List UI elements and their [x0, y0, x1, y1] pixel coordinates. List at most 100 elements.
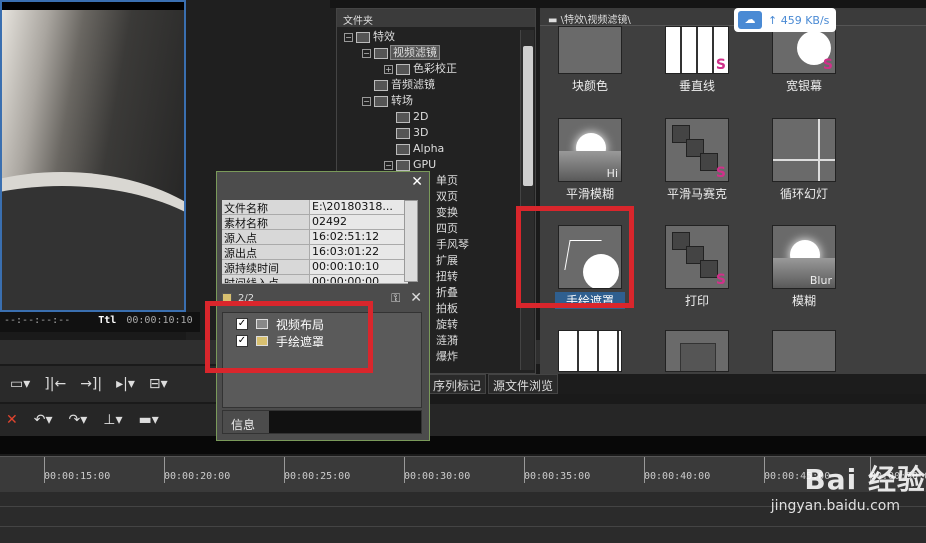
tree-item-transitions[interactable]: − 转场: [362, 93, 413, 109]
monitor-icon[interactable]: ▭▾: [10, 376, 30, 392]
ruler-tick: 00:00:30:00: [404, 457, 471, 483]
folder-icon: [356, 31, 370, 43]
fx-label: 循环幻灯: [779, 187, 828, 201]
tree-item-color-correction[interactable]: + 色彩校正: [384, 61, 457, 77]
tree-item-2d[interactable]: 2D: [396, 109, 428, 125]
tree-item-video-filters[interactable]: − 视频滤镜: [362, 45, 440, 61]
tree-label: 特效: [373, 30, 395, 43]
ttl-label: Ttl: [98, 315, 117, 326]
tree-item[interactable]: 旋转: [436, 317, 458, 333]
undo-icon[interactable]: ↶▾: [34, 412, 53, 428]
tree-item[interactable]: 扭转: [436, 269, 458, 285]
preview-timecode-bar: --:--:--:-- Ttl 00:00:10:10: [0, 312, 200, 332]
fx-print[interactable]: S 打印: [662, 225, 732, 309]
folder-scrollbar[interactable]: [520, 30, 534, 370]
tab-source-browser[interactable]: 源文件浏览: [488, 374, 559, 394]
tree-item[interactable]: 手风琴: [436, 237, 469, 253]
delete-layer-icon[interactable]: ✕: [410, 290, 422, 306]
close-icon[interactable]: ✕: [411, 174, 423, 190]
ruler-tick: 00:00:15:00: [44, 457, 111, 483]
split-icon[interactable]: ⊟▾: [149, 376, 168, 392]
tree-label: 视频滤镜: [390, 45, 440, 60]
folder-icon: [396, 63, 410, 75]
tree-item[interactable]: 拍板: [436, 301, 458, 317]
fx-thumbnail: S: [665, 225, 729, 289]
fx-smooth-blur[interactable]: Hi 平滑模糊: [555, 118, 625, 202]
scroll-thumb[interactable]: [523, 46, 533, 186]
toggle-icon[interactable]: −: [344, 32, 353, 42]
tree-item[interactable]: 双页: [436, 189, 458, 205]
fx-blur[interactable]: Blur 模糊: [769, 225, 839, 309]
fx-label: 打印: [684, 294, 709, 308]
fx-label: 垂直线: [678, 79, 715, 93]
tree-item[interactable]: 爆炸: [436, 349, 458, 365]
fx-item-partial[interactable]: [769, 330, 839, 372]
play-range-icon[interactable]: ▸|▾: [116, 376, 135, 392]
property-row[interactable]: 文件名称 E:\20180318...: [222, 200, 408, 215]
fx-thumbnail: S: [665, 118, 729, 182]
tree-label: 转场: [391, 94, 413, 107]
toggle-icon[interactable]: −: [362, 96, 371, 106]
s-badge-icon: S: [715, 165, 726, 181]
property-row[interactable]: 源出点 16:03:01:22: [222, 245, 408, 260]
tree-item[interactable]: 折叠: [436, 285, 458, 301]
toggle-icon[interactable]: +: [384, 64, 393, 74]
s-badge-icon: S: [715, 57, 726, 73]
fx-block-color[interactable]: 块颜色: [555, 14, 625, 94]
tree-item-3d[interactable]: 3D: [396, 125, 428, 141]
property-value: 16:03:01:22: [310, 245, 408, 260]
tree-label: 2D: [413, 110, 429, 123]
property-row[interactable]: 源入点 16:02:51:12: [222, 230, 408, 245]
ruler-tick: 00:00:35:00: [524, 457, 591, 483]
fx-label: 模糊: [791, 294, 816, 308]
property-key: 素材名称: [222, 215, 310, 230]
upload-speed-badge: ☁ ↑ 459 KB/s: [734, 8, 836, 32]
preview-window[interactable]: [0, 0, 186, 312]
tree-label: GPU: [413, 158, 437, 171]
property-scrollbar[interactable]: [404, 200, 418, 282]
fx-thumbnail: S: [772, 26, 836, 74]
tree-label: 色彩校正: [413, 62, 457, 75]
fx-loop-slide[interactable]: 循环幻灯: [769, 118, 839, 202]
folder-icon: [374, 47, 388, 59]
panel-tabs: 序列标记 源文件浏览: [428, 374, 926, 394]
set-out-icon[interactable]: →]|: [80, 376, 102, 392]
tree-item[interactable]: 单页: [436, 173, 458, 189]
set-in-icon[interactable]: ]|←: [44, 376, 66, 392]
fx-label: 平滑模糊: [565, 187, 614, 201]
tree-item[interactable]: 涟漪: [436, 333, 458, 349]
fx-thumbnail: [558, 26, 622, 74]
property-key: 源持续时间: [222, 260, 310, 275]
delete-icon[interactable]: ✕: [6, 412, 18, 428]
tree-item-alpha[interactable]: Alpha: [396, 141, 444, 157]
tab-sequence-markers[interactable]: 序列标记: [428, 374, 487, 394]
fx-item-partial[interactable]: [555, 330, 625, 372]
fx-vertical-lines[interactable]: S 垂直线: [662, 14, 732, 94]
toggle-icon[interactable]: −: [362, 48, 371, 58]
toggle-icon[interactable]: −: [384, 160, 393, 170]
fx-label: 块颜色: [571, 79, 608, 93]
redo-icon[interactable]: ↷▾: [69, 412, 88, 428]
video-content: [2, 172, 184, 310]
s-badge-icon: S: [715, 272, 726, 288]
marker-icon[interactable]: ⊥▾: [103, 412, 122, 428]
folder-icon: [396, 111, 410, 123]
hi-badge-icon: Hi: [606, 167, 618, 180]
property-row[interactable]: 素材名称 02492: [222, 215, 408, 230]
tree-item-effects[interactable]: − 特效: [344, 29, 395, 45]
link-icon[interactable]: ▬▾: [139, 412, 159, 428]
fx-item-partial[interactable]: [662, 330, 732, 372]
tree-item-audio-filters[interactable]: 音频滤镜: [374, 77, 435, 93]
key-icon[interactable]: ⚿: [391, 291, 400, 306]
tab-info[interactable]: 信息: [223, 411, 269, 433]
fx-thumbnail: [665, 330, 729, 372]
property-row[interactable]: 时间线入点 00:00:00:00: [222, 275, 408, 284]
tree-item[interactable]: 四页: [436, 221, 458, 237]
tree-item[interactable]: 扩展: [436, 253, 458, 269]
property-value: 00:00:00:00: [310, 275, 408, 284]
tree-item[interactable]: 变换: [436, 205, 458, 221]
property-row[interactable]: 源持续时间 00:00:10:10: [222, 260, 408, 275]
upload-speed-text: ↑ 459 KB/s: [768, 13, 830, 27]
fx-thumbnail: [772, 118, 836, 182]
fx-smooth-mosaic[interactable]: S 平滑马赛克: [662, 118, 732, 202]
